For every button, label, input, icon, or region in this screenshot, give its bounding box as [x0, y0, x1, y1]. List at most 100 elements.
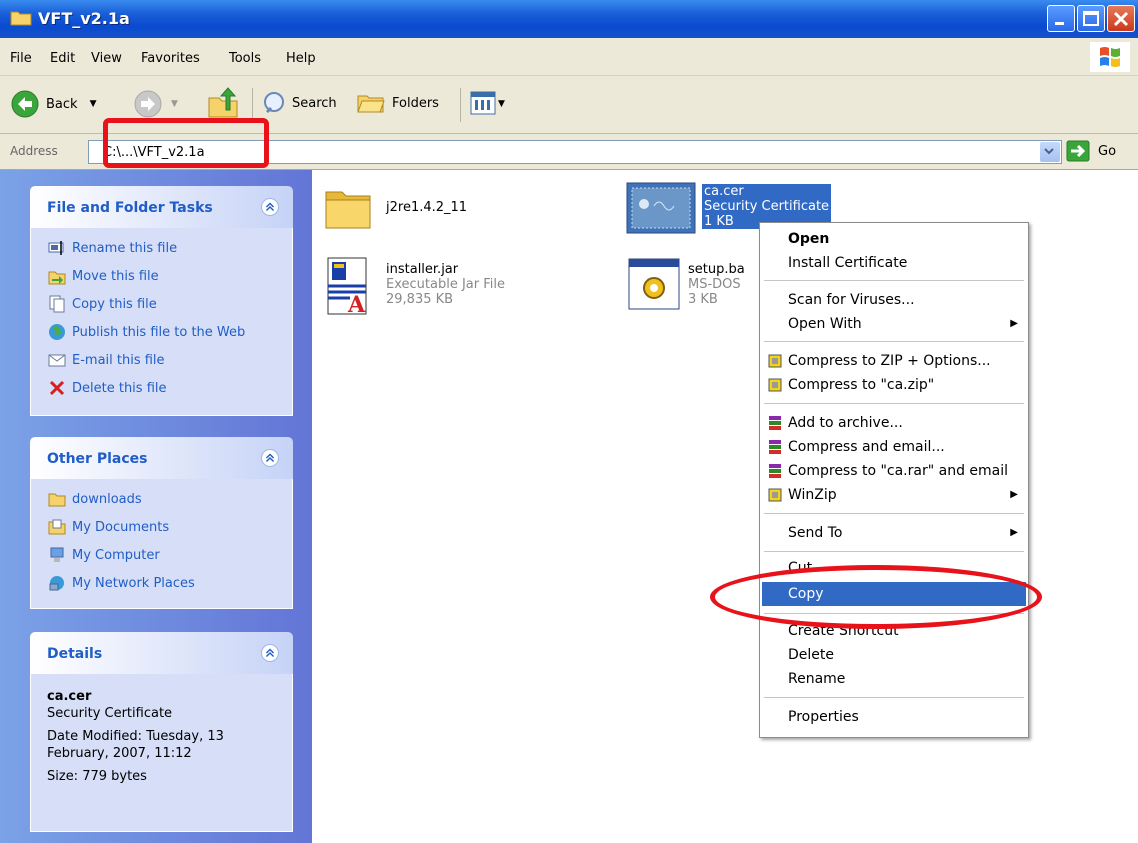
- menu-send-to[interactable]: Send To ▶: [762, 521, 1026, 545]
- menu-compress-email[interactable]: Compress and email...: [762, 435, 1026, 459]
- menu-scan-viruses[interactable]: Scan for Viruses...: [762, 288, 1026, 312]
- menu-bar: File Edit View Favorites Tools Help: [0, 38, 1138, 76]
- submenu-arrow-icon: ▶: [1010, 489, 1018, 500]
- go-button[interactable]: Go: [1066, 140, 1116, 162]
- folders-button[interactable]: Folders: [356, 90, 439, 116]
- back-dropdown-icon[interactable]: ▼: [90, 99, 97, 109]
- my-documents-icon: [48, 519, 66, 535]
- network-icon: [49, 576, 64, 591]
- details-panel: Details ca.cer Security Certificate Date…: [30, 632, 293, 832]
- search-button[interactable]: Search: [262, 90, 337, 116]
- menu-favorites[interactable]: Favorites: [141, 51, 200, 66]
- computer-icon: [50, 547, 64, 562]
- back-button[interactable]: Back ▼: [10, 89, 96, 119]
- task-delete[interactable]: Delete this file: [31, 374, 292, 402]
- place-my-computer[interactable]: My Computer: [31, 541, 292, 569]
- menu-add-to-archive[interactable]: Add to archive...: [762, 411, 1026, 435]
- place-downloads[interactable]: downloads: [31, 485, 292, 513]
- window-title: VFT_v2.1a: [38, 9, 130, 28]
- close-button[interactable]: [1107, 5, 1135, 32]
- menu-winzip[interactable]: WinZip ▶: [762, 483, 1026, 507]
- folder-icon: [10, 11, 32, 26]
- winrar-icon: [769, 464, 781, 478]
- context-menu: Open Install Certificate Scan for Viruse…: [759, 222, 1029, 738]
- minimize-icon: [1055, 22, 1064, 25]
- submenu-arrow-icon: ▶: [1010, 318, 1018, 329]
- views-button[interactable]: ▼: [470, 91, 505, 117]
- details-header[interactable]: Details: [30, 632, 293, 674]
- forward-button[interactable]: ▼: [133, 89, 178, 119]
- up-folder-button[interactable]: [206, 86, 240, 120]
- folder-icon: [325, 191, 371, 229]
- up-folder-icon: [208, 87, 238, 118]
- rename-icon: [48, 241, 64, 255]
- menu-compress-ca-zip[interactable]: Compress to "ca.zip": [762, 373, 1026, 397]
- views-grid-icon: [470, 91, 496, 115]
- copy-icon: [49, 295, 65, 313]
- jar-file-icon: A: [327, 257, 367, 318]
- menu-delete[interactable]: Delete: [762, 643, 1026, 667]
- winzip-icon: [768, 488, 782, 502]
- menu-install-certificate[interactable]: Install Certificate: [762, 251, 1026, 275]
- maximize-button[interactable]: [1077, 5, 1105, 32]
- details-size: Size: 779 bytes: [47, 769, 147, 784]
- menu-properties[interactable]: Properties: [762, 705, 1026, 729]
- forward-arrow-icon: [134, 90, 162, 118]
- winrar-icon: [769, 416, 781, 430]
- menu-view[interactable]: View: [91, 51, 122, 66]
- file-item-j2re[interactable]: j2re1.4.2_11: [322, 182, 582, 242]
- menu-edit[interactable]: Edit: [50, 51, 75, 66]
- go-label: Go: [1098, 143, 1117, 159]
- title-bar[interactable]: VFT_v2.1a: [0, 0, 1138, 38]
- move-icon: [48, 271, 66, 285]
- views-dropdown-icon[interactable]: ▼: [498, 99, 505, 109]
- copy-highlight-annotation: [710, 565, 1042, 629]
- winzip-icon: [768, 378, 782, 392]
- file-item-setup-bat[interactable]: setup.ba MS-DOS 3 KB: [628, 258, 778, 328]
- go-arrow-icon: [1066, 140, 1090, 162]
- winrar-icon: [769, 440, 781, 454]
- menu-compress-zip-options[interactable]: Compress to ZIP + Options...: [762, 349, 1026, 373]
- place-network[interactable]: My Network Places: [31, 569, 292, 597]
- menu-rename[interactable]: Rename: [762, 667, 1026, 691]
- task-move[interactable]: Move this file: [31, 262, 292, 290]
- other-places-panel: Other Places downloads My Documents My C…: [30, 437, 293, 609]
- task-publish-web[interactable]: Publish this file to the Web: [31, 318, 292, 346]
- panel-title: File and Folder Tasks: [47, 200, 213, 216]
- task-email[interactable]: E-mail this file: [31, 346, 292, 374]
- menu-compress-rar-email[interactable]: Compress to "ca.rar" and email: [762, 459, 1026, 483]
- submenu-arrow-icon: ▶: [1010, 527, 1018, 538]
- collapse-icon[interactable]: [261, 449, 279, 467]
- collapse-icon[interactable]: [261, 198, 279, 216]
- menu-file[interactable]: File: [10, 51, 32, 66]
- collapse-icon[interactable]: [261, 644, 279, 662]
- globe-icon: [49, 324, 65, 340]
- folder-icon: [48, 493, 66, 507]
- menu-help[interactable]: Help: [286, 51, 316, 66]
- winzip-icon: [768, 354, 782, 368]
- details-modified: Date Modified: Tuesday, 13 February, 200…: [47, 729, 224, 761]
- task-rename[interactable]: Rename this file: [31, 234, 292, 262]
- menu-open[interactable]: Open: [762, 227, 1026, 251]
- maximize-icon: [1083, 11, 1099, 26]
- other-places-header[interactable]: Other Places: [30, 437, 293, 479]
- folders-icon: [357, 95, 385, 113]
- file-item-installer-jar[interactable]: A installer.jar Executable Jar File 29,8…: [322, 256, 582, 326]
- folders-label: Folders: [392, 95, 439, 111]
- forward-dropdown-icon[interactable]: ▼: [171, 99, 178, 109]
- menu-open-with[interactable]: Open With ▶: [762, 312, 1026, 336]
- place-my-documents[interactable]: My Documents: [31, 513, 292, 541]
- panel-title: Details: [47, 646, 103, 662]
- delete-x-icon: [49, 380, 65, 396]
- search-icon: [264, 92, 284, 114]
- certificate-icon: [626, 182, 696, 234]
- task-copy[interactable]: Copy this file: [31, 290, 292, 318]
- menu-tools[interactable]: Tools: [229, 51, 261, 66]
- file-folder-tasks-header[interactable]: File and Folder Tasks: [30, 186, 293, 228]
- minimize-button[interactable]: [1047, 5, 1075, 32]
- address-highlight-annotation: [103, 118, 269, 168]
- back-arrow-icon: [11, 90, 39, 118]
- close-icon: [1113, 11, 1129, 27]
- email-icon: [48, 354, 66, 367]
- address-dropdown-button[interactable]: [1040, 142, 1060, 162]
